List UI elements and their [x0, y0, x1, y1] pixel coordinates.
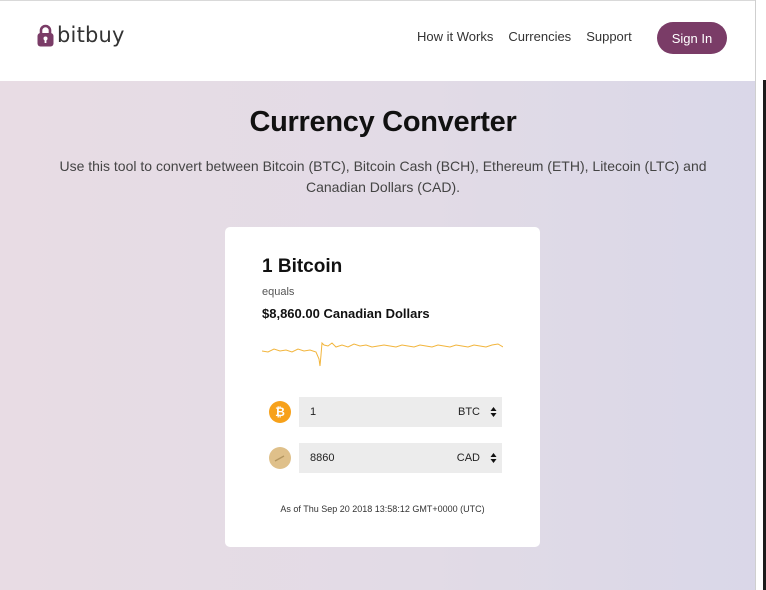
cad-currency-select[interactable]: CAD	[457, 452, 480, 464]
sign-in-button[interactable]: Sign In	[657, 22, 727, 54]
nav-currencies[interactable]: Currencies	[508, 29, 571, 44]
cad-icon	[269, 447, 291, 469]
result-value: $8,860.00 Canadian Dollars	[262, 306, 430, 321]
sort-arrows-icon[interactable]	[490, 451, 497, 465]
padlock-icon	[37, 24, 54, 46]
equals-label: equals	[262, 286, 295, 298]
converter-card: 1 Bitcoin equals $8,860.00 Canadian Doll…	[225, 227, 540, 547]
logo-text: bitbuy	[57, 23, 125, 47]
maple-arrow-icon	[274, 455, 285, 462]
page-subtitle: Use this tool to convert between Bitcoin…	[59, 158, 707, 195]
bitcoin-icon: ₿	[269, 401, 291, 423]
sort-arrows-icon[interactable]	[490, 405, 497, 419]
top-navbar: bitbuy How it Works Currencies Support S…	[0, 0, 755, 81]
nav-how-it-works[interactable]: How it Works	[417, 29, 493, 44]
nav-support[interactable]: Support	[586, 29, 632, 44]
nav-links: How it Works Currencies Support	[417, 29, 632, 44]
right-edge	[755, 0, 766, 590]
logo[interactable]: bitbuy	[37, 23, 125, 47]
btc-currency-select[interactable]: BTC	[458, 406, 480, 418]
amount-title: 1 Bitcoin	[262, 256, 343, 277]
cad-amount-value: 8860	[310, 452, 335, 464]
btc-amount-input[interactable]: 1 BTC	[299, 397, 502, 427]
rate-timestamp: As of Thu Sep 20 2018 13:58:12 GMT+0000 …	[280, 504, 485, 514]
cad-amount-input[interactable]: 8860 CAD	[299, 443, 502, 473]
price-sparkline	[262, 341, 503, 367]
page-title: Currency Converter	[249, 106, 517, 138]
btc-amount-value: 1	[310, 406, 317, 418]
